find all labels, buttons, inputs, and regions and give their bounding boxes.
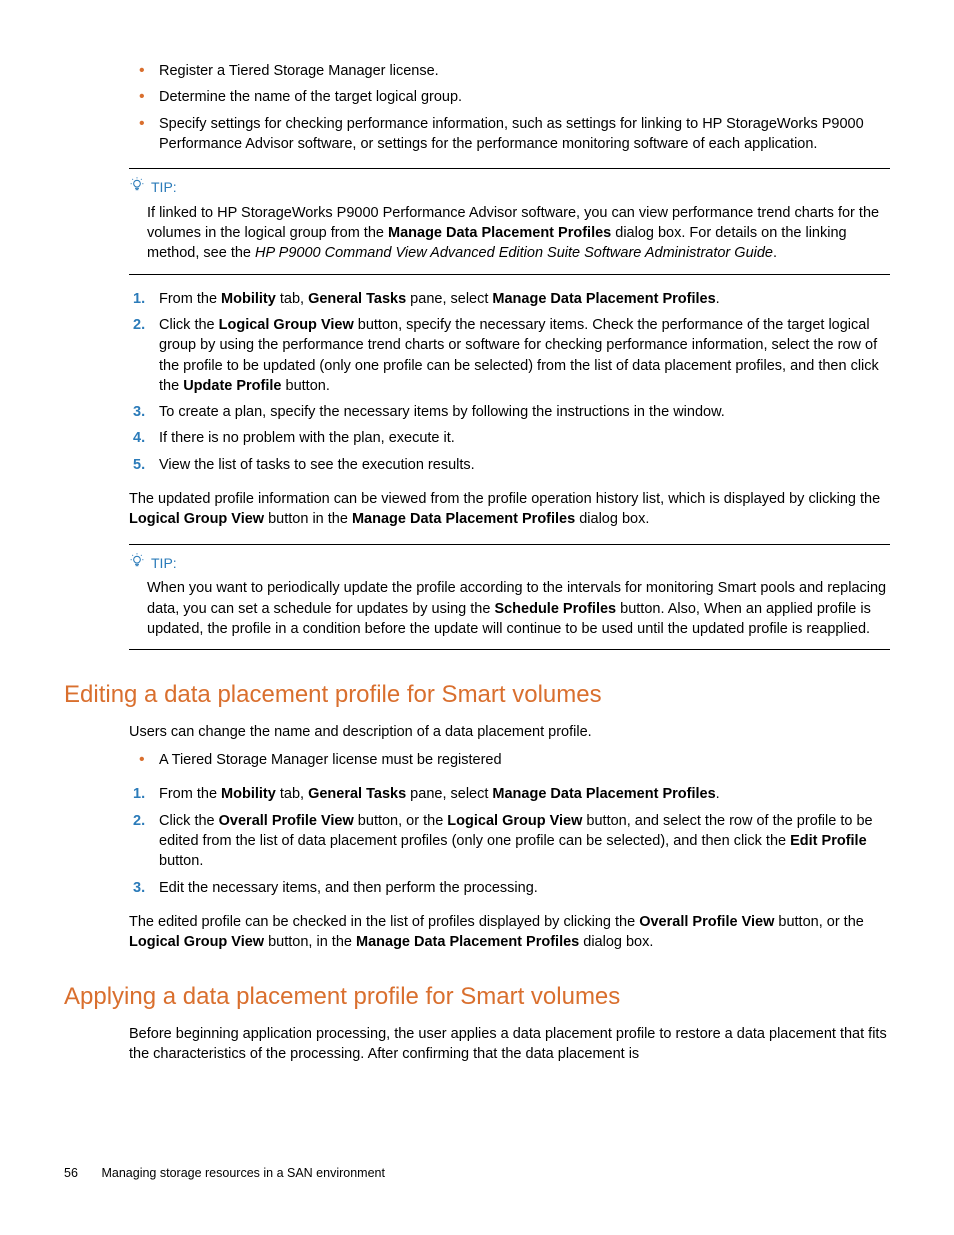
para-bold: Manage Data Placement Profiles — [352, 511, 575, 527]
step-text: To create a plan, specify the necessary … — [159, 404, 725, 420]
section-apply-block: Before beginning application processing,… — [129, 1024, 890, 1065]
step-text: From the — [159, 786, 221, 802]
step-bold: Update Profile — [183, 378, 281, 394]
intro-bullet-list: Register a Tiered Storage Manager licens… — [129, 61, 890, 154]
post-steps-paragraph: The updated profile information can be v… — [129, 489, 890, 530]
list-item: Register a Tiered Storage Manager licens… — [129, 61, 890, 81]
list-item: View the list of tasks to see the execut… — [129, 455, 890, 475]
step-bold: Edit Profile — [790, 833, 867, 849]
list-item: To create a plan, specify the necessary … — [129, 402, 890, 422]
prereq-list: A Tiered Storage Manager license must be… — [129, 750, 890, 770]
tip-rule-bottom — [129, 649, 890, 650]
step-text: . — [716, 291, 720, 307]
footer-title: Managing storage resources in a SAN envi… — [101, 1166, 384, 1180]
steps-block-1: From the Mobility tab, General Tasks pan… — [129, 289, 890, 530]
page-footer: 56 Managing storage resources in a SAN e… — [64, 1165, 890, 1183]
lightbulb-icon — [129, 177, 145, 199]
step-bold: Manage Data Placement Profiles — [492, 786, 715, 802]
step-text: tab, — [276, 291, 308, 307]
step-text: From the — [159, 291, 221, 307]
step-text: View the list of tasks to see the execut… — [159, 457, 475, 473]
step-text: button, or the — [354, 813, 448, 829]
tip-bold: Schedule Profiles — [494, 601, 616, 617]
step-bold: Overall Profile View — [219, 813, 354, 829]
tip-box-1: TIP: If linked to HP StorageWorks P9000 … — [129, 168, 890, 274]
bullet-text: Register a Tiered Storage Manager licens… — [159, 63, 439, 79]
tip-body: When you want to periodically update the… — [147, 578, 890, 639]
step-text: button. — [281, 378, 329, 394]
step-bold: General Tasks — [308, 786, 406, 802]
list-item: Specify settings for checking performanc… — [129, 114, 890, 155]
tip-bold: Manage Data Placement Profiles — [388, 225, 611, 241]
tip-body: If linked to HP StorageWorks P9000 Perfo… — [147, 203, 890, 264]
lightbulb-icon — [129, 553, 145, 575]
list-item: From the Mobility tab, General Tasks pan… — [129, 784, 890, 804]
para-text: button in the — [264, 511, 352, 527]
para-text: The edited profile can be checked in the… — [129, 914, 639, 930]
step-bold: General Tasks — [308, 291, 406, 307]
list-item: If there is no problem with the plan, ex… — [129, 428, 890, 448]
step-text: Click the — [159, 813, 219, 829]
step-text: . — [716, 786, 720, 802]
para-bold: Logical Group View — [129, 511, 264, 527]
section-heading-applying: Applying a data placement profile for Sm… — [64, 980, 890, 1014]
intro-bullets-block: Register a Tiered Storage Manager licens… — [129, 61, 890, 154]
step-text: button. — [159, 853, 203, 869]
list-item: Click the Overall Profile View button, o… — [129, 811, 890, 872]
list-item: Determine the name of the target logical… — [129, 87, 890, 107]
step-bold: Logical Group View — [447, 813, 582, 829]
step-text: If there is no problem with the plan, ex… — [159, 430, 455, 446]
list-item: A Tiered Storage Manager license must be… — [129, 750, 890, 770]
list-item: From the Mobility tab, General Tasks pan… — [129, 289, 890, 309]
tip-box-2: TIP: When you want to periodically updat… — [129, 544, 890, 650]
para-text: dialog box. — [579, 934, 653, 950]
para-bold: Manage Data Placement Profiles — [356, 934, 579, 950]
step-text: Click the — [159, 317, 219, 333]
para-text: button, or the — [774, 914, 863, 930]
section-intro: Users can change the name and descriptio… — [129, 722, 890, 742]
para-text: dialog box. — [575, 511, 649, 527]
step-bold: Logical Group View — [219, 317, 354, 333]
para-bold: Logical Group View — [129, 934, 264, 950]
list-item: Edit the necessary items, and then perfo… — [129, 878, 890, 898]
para-text: The updated profile information can be v… — [129, 491, 880, 507]
step-bold: Mobility — [221, 291, 276, 307]
post-steps-paragraph: The edited profile can be checked in the… — [129, 912, 890, 953]
step-text: tab, — [276, 786, 308, 802]
tip-rule-bottom — [129, 274, 890, 275]
bullet-text: A Tiered Storage Manager license must be… — [159, 752, 502, 768]
para-text: button, in the — [264, 934, 356, 950]
bullet-text: Specify settings for checking performanc… — [159, 116, 864, 152]
section-intro: Before beginning application processing,… — [129, 1024, 890, 1065]
tip-label: TIP: — [151, 178, 177, 198]
tip-header: TIP: — [129, 553, 890, 575]
tip-rule-top — [129, 544, 890, 545]
tip-text: . — [773, 245, 777, 261]
step-bold: Manage Data Placement Profiles — [492, 291, 715, 307]
section-edit-block: Users can change the name and descriptio… — [129, 722, 890, 953]
tip-italic: HP P9000 Command View Advanced Edition S… — [255, 245, 773, 261]
list-item: Click the Logical Group View button, spe… — [129, 315, 890, 396]
tip-header: TIP: — [129, 177, 890, 199]
step-text: pane, select — [406, 291, 492, 307]
para-bold: Overall Profile View — [639, 914, 774, 930]
section-heading-editing: Editing a data placement profile for Sma… — [64, 678, 890, 712]
bullet-text: Determine the name of the target logical… — [159, 89, 462, 105]
step-text: pane, select — [406, 786, 492, 802]
step-bold: Mobility — [221, 786, 276, 802]
step-text: Edit the necessary items, and then perfo… — [159, 880, 538, 896]
ordered-steps: From the Mobility tab, General Tasks pan… — [129, 784, 890, 897]
ordered-steps: From the Mobility tab, General Tasks pan… — [129, 289, 890, 475]
page-number: 56 — [64, 1165, 98, 1183]
tip-label: TIP: — [151, 554, 177, 574]
tip-rule-top — [129, 168, 890, 169]
